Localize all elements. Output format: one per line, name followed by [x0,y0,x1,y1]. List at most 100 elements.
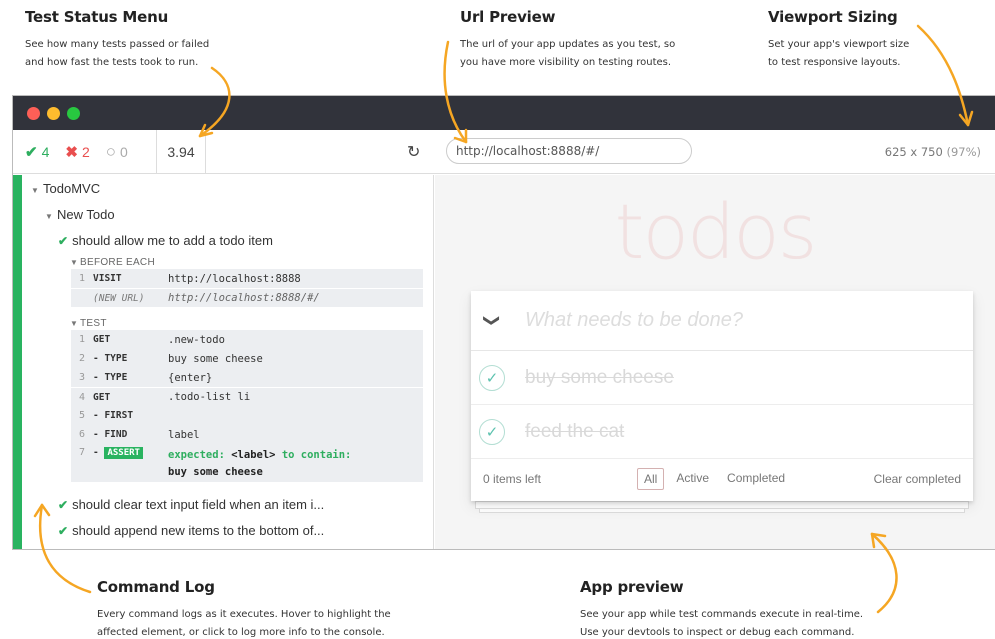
subsuite-row[interactable]: ▼ New Todo [45,207,115,222]
subsuite-title: New Todo [57,207,115,222]
items-left: 0 items left [483,472,542,486]
command-row[interactable]: 1 GET .new-todo [71,330,423,349]
assert-command-row[interactable]: 7 - ASSERT expected: <label> to contain:… [71,444,423,482]
annotation-title: App preview [580,578,684,596]
annotation-text: and how fast the tests took to run. [25,57,199,68]
command-row[interactable]: 1 VISIT http://localhost:8888 [71,269,423,288]
minimize-window-button[interactable] [47,106,60,120]
test-hook[interactable]: ▼ TEST [70,318,107,329]
command-number: 1 [78,273,85,284]
passed-count[interactable]: ✔ 4 [25,143,49,161]
caret-down-icon: ▼ [31,186,39,195]
runner-toolbar: ✔ 4 ✖ 2 ○ 0 3.94 ↻ http://localhost:8888… [13,130,995,174]
annotation-title: Command Log [97,578,215,596]
command-message: .new-todo [168,333,225,346]
command-name: VISIT [93,273,122,284]
annotation-text: affected element, or click to log more i… [97,627,385,638]
command-row[interactable]: 2 - TYPE buy some cheese [71,349,423,368]
todo-item[interactable]: ✓ buy some cheese [471,351,973,405]
test-row[interactable]: ✔ should append new items to the bottom o… [58,523,324,538]
test-title: should clear text input field when an it… [72,497,325,512]
annotation-viewport: Viewport Sizing Set your app's viewport … [768,8,909,72]
app-preview: todos ❯ What needs to be done? ✓ buy som… [435,175,995,549]
annotation-test-status: Test Status Menu See how many tests pass… [25,8,209,72]
annotation-title: Test Status Menu [25,8,169,26]
viewport-scale: (97%) [946,145,981,159]
annotation-url-preview: Url Preview The url of your app updates … [460,8,675,72]
annotation-text: Every command logs as it executes. Hover… [97,609,391,620]
command-name: - TYPE [93,353,128,364]
before-each-hook[interactable]: ▼ BEFORE EACH [70,257,155,268]
annotation-text: The url of your app updates as you test,… [460,39,676,50]
annotation-text: See your app while test commands execute… [580,609,864,620]
command-number: 6 [78,429,85,440]
completed-toggle[interactable]: ✓ [479,364,505,391]
command-row[interactable]: 5 - FIRST [71,406,423,425]
test-title: should allow me to add a todo item [72,233,273,248]
hook-title: BEFORE EACH [80,257,155,268]
command-message: .todo-list li [168,391,251,403]
command-name: - ASSERT [93,447,168,459]
command-name: - TYPE [93,372,128,383]
title-bar [13,96,995,130]
new-todo-row: ❯ What needs to be done? [471,291,973,351]
reload-icon[interactable]: ↻ [407,142,420,161]
completed-toggle[interactable]: ✓ [479,418,505,445]
todo-item[interactable]: ✓ feed the cat [471,405,973,459]
assert-expected: expected: [168,449,225,461]
command-row[interactable]: 4 GET .todo-list li [71,387,423,406]
test-title: should append new items to the bottom of… [72,523,325,538]
filter-all[interactable]: All [637,468,665,490]
assert-badge: ASSERT [104,447,143,459]
annotation-command-log: Command Log Every command logs as it exe… [97,578,391,639]
clear-completed-button[interactable]: Clear completed [874,472,961,486]
test-row[interactable]: ✔ should allow me to add a todo item [58,233,273,248]
command-name: - FIRST [93,410,134,421]
command-message: {enter} [168,371,213,384]
command-name: - FIND [93,429,128,440]
command-log: ▼ TodoMVC ▼ New Todo ✔ should allow me to a… [13,175,434,549]
command-number: 7 [78,447,85,458]
filters: All Active Completed [637,468,791,490]
maximize-window-button[interactable] [67,106,80,120]
command-number: 1 [78,334,85,345]
caret-down-icon: ▼ [70,319,79,328]
test-status-menu: ✔ 4 ✖ 2 ○ 0 [13,130,433,173]
command-number: 4 [78,391,85,403]
command-name: GET [93,334,111,345]
test-row[interactable]: ✔ should clear text input field when an i… [58,497,324,512]
check-icon: ✔ [58,234,69,248]
pending-count[interactable]: ○ 0 [106,142,128,162]
passed-value: 4 [41,143,50,160]
viewport-size[interactable]: 625 x 750 (97%) [885,145,981,159]
failed-count[interactable]: ✖ 2 [65,143,89,161]
assert-to-contain: to contain: [281,449,352,461]
command-row[interactable]: (NEW URL) http://localhost:8888/#/ [71,288,423,307]
close-window-button[interactable] [27,106,40,120]
todo-app: ❯ What needs to be done? ✓ buy some chee… [471,291,973,501]
annotation-text: you have more visibility on testing rout… [460,57,672,68]
before-each-commands: 1 VISIT http://localhost:8888 (NEW URL) … [71,269,423,307]
cypress-runner-window: ✔ 4 ✖ 2 ○ 0 3.94 ↻ http://localhost:8888… [12,95,995,550]
command-dash: - [93,447,99,458]
suite-row[interactable]: ▼ TodoMVC [31,181,100,196]
filter-completed[interactable]: Completed [721,468,791,490]
assert-element: <label> [231,449,276,461]
failed-value: 2 [81,143,90,160]
check-icon: ✔ [25,143,38,161]
command-row[interactable]: 6 - FIND label [71,425,423,444]
annotation-text: Set your app's viewport size [768,39,910,50]
toggle-all-icon[interactable]: ❯ [471,311,515,330]
check-icon: ✔ [58,524,69,538]
command-name: GET [93,391,111,403]
todo-footer: 0 items left All Active Completed Clear … [471,459,973,499]
todo-label: buy some cheese [525,366,674,388]
annotation-app-preview: App preview See your app while test comm… [580,578,863,639]
command-row[interactable]: 3 - TYPE {enter} [71,368,423,387]
annotation-title: Url Preview [460,8,556,26]
new-todo-input[interactable]: What needs to be done? [525,309,743,332]
suite-title: TodoMVC [43,181,101,196]
pending-value: 0 [120,143,128,160]
url-preview[interactable]: http://localhost:8888/#/ [446,138,692,164]
filter-active[interactable]: Active [670,468,715,490]
